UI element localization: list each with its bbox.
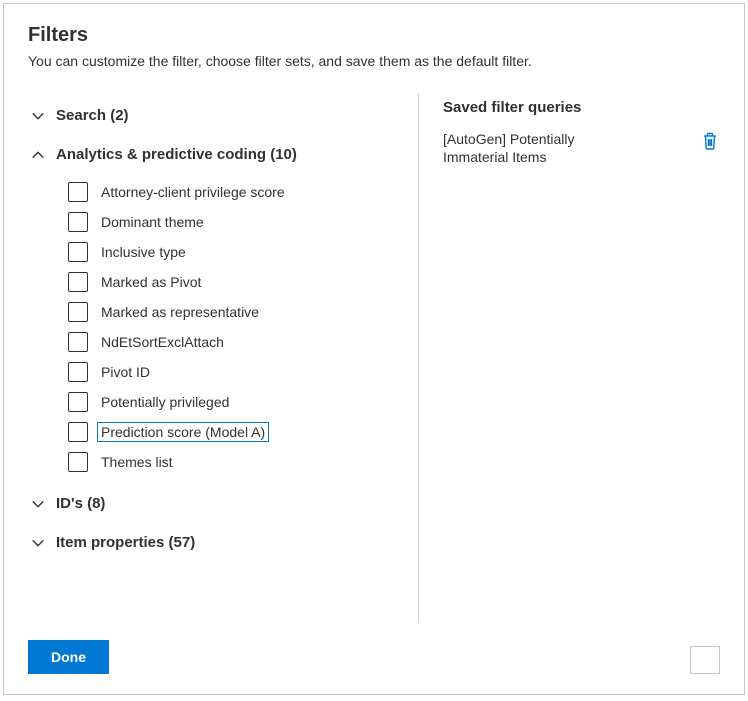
filter-option-row[interactable]: Marked as representative	[68, 297, 402, 327]
filter-option-row[interactable]: Pivot ID	[68, 357, 402, 387]
filter-option-label: Pivot ID	[98, 363, 153, 381]
filter-option-label: Dominant theme	[98, 213, 207, 231]
chevron-down-icon	[28, 497, 48, 511]
chevron-down-icon	[28, 536, 48, 550]
checkbox[interactable]	[68, 302, 88, 322]
saved-query-item: [AutoGen] Potentially Immaterial Items	[443, 130, 720, 166]
checkbox[interactable]	[68, 332, 88, 352]
panel-subtitle: You can customize the filter, choose fil…	[28, 53, 720, 69]
chevron-up-icon	[28, 148, 48, 162]
checkbox[interactable]	[68, 452, 88, 472]
filter-option-row[interactable]: Inclusive type	[68, 237, 402, 267]
filter-sections: Search (2) Analytics & predictive coding…	[28, 93, 418, 623]
filter-option-row[interactable]: Themes list	[68, 447, 402, 477]
filter-option-label: NdEtSortExclAttach	[98, 333, 227, 351]
filter-option-row[interactable]: Marked as Pivot	[68, 267, 402, 297]
checkbox[interactable]	[68, 212, 88, 232]
section-header-search[interactable]: Search (2)	[28, 99, 402, 132]
checkbox[interactable]	[68, 422, 88, 442]
checkbox[interactable]	[68, 182, 88, 202]
checkbox[interactable]	[68, 362, 88, 382]
filter-option-label: Potentially privileged	[98, 393, 232, 411]
chevron-down-icon	[28, 109, 48, 123]
section-header-ids[interactable]: ID's (8)	[28, 487, 402, 520]
checkbox[interactable]	[68, 392, 88, 412]
filter-option-row[interactable]: Prediction score (Model A)	[68, 417, 402, 447]
done-button[interactable]: Done	[28, 640, 109, 674]
delete-icon[interactable]	[700, 130, 720, 155]
section-header-item-properties[interactable]: Item properties (57)	[28, 526, 402, 559]
filter-option-row[interactable]: NdEtSortExclAttach	[68, 327, 402, 357]
section-label: Item properties (57)	[56, 534, 195, 551]
footer: Done	[28, 640, 720, 674]
filter-option-label: Marked as Pivot	[98, 273, 204, 291]
saved-queries-column: Saved filter queries [AutoGen] Potential…	[419, 93, 720, 623]
filters-panel: Filters You can customize the filter, ch…	[3, 3, 745, 695]
filter-option-label: Themes list	[98, 453, 176, 471]
filter-option-label: Attorney-client privilege score	[98, 183, 288, 201]
filter-option-row[interactable]: Dominant theme	[68, 207, 402, 237]
filter-option-row[interactable]: Attorney-client privilege score	[68, 177, 402, 207]
section-header-analytics[interactable]: Analytics & predictive coding (10)	[28, 138, 402, 171]
filter-option-label: Inclusive type	[98, 243, 189, 261]
columns: Search (2) Analytics & predictive coding…	[28, 93, 720, 623]
saved-query-label[interactable]: [AutoGen] Potentially Immaterial Items	[443, 130, 623, 166]
filter-option-label: Prediction score (Model A)	[98, 423, 268, 441]
checkbox[interactable]	[68, 242, 88, 262]
checkbox[interactable]	[68, 272, 88, 292]
panel-title: Filters	[28, 24, 720, 47]
section-label: ID's (8)	[56, 495, 105, 512]
analytics-options: Attorney-client privilege score Dominant …	[68, 177, 402, 477]
filter-option-label: Marked as representative	[98, 303, 262, 321]
resize-handle[interactable]	[690, 646, 720, 674]
filter-option-row[interactable]: Potentially privileged	[68, 387, 402, 417]
section-label: Search (2)	[56, 107, 129, 124]
saved-queries-heading: Saved filter queries	[443, 99, 720, 116]
section-label: Analytics & predictive coding (10)	[56, 146, 297, 163]
